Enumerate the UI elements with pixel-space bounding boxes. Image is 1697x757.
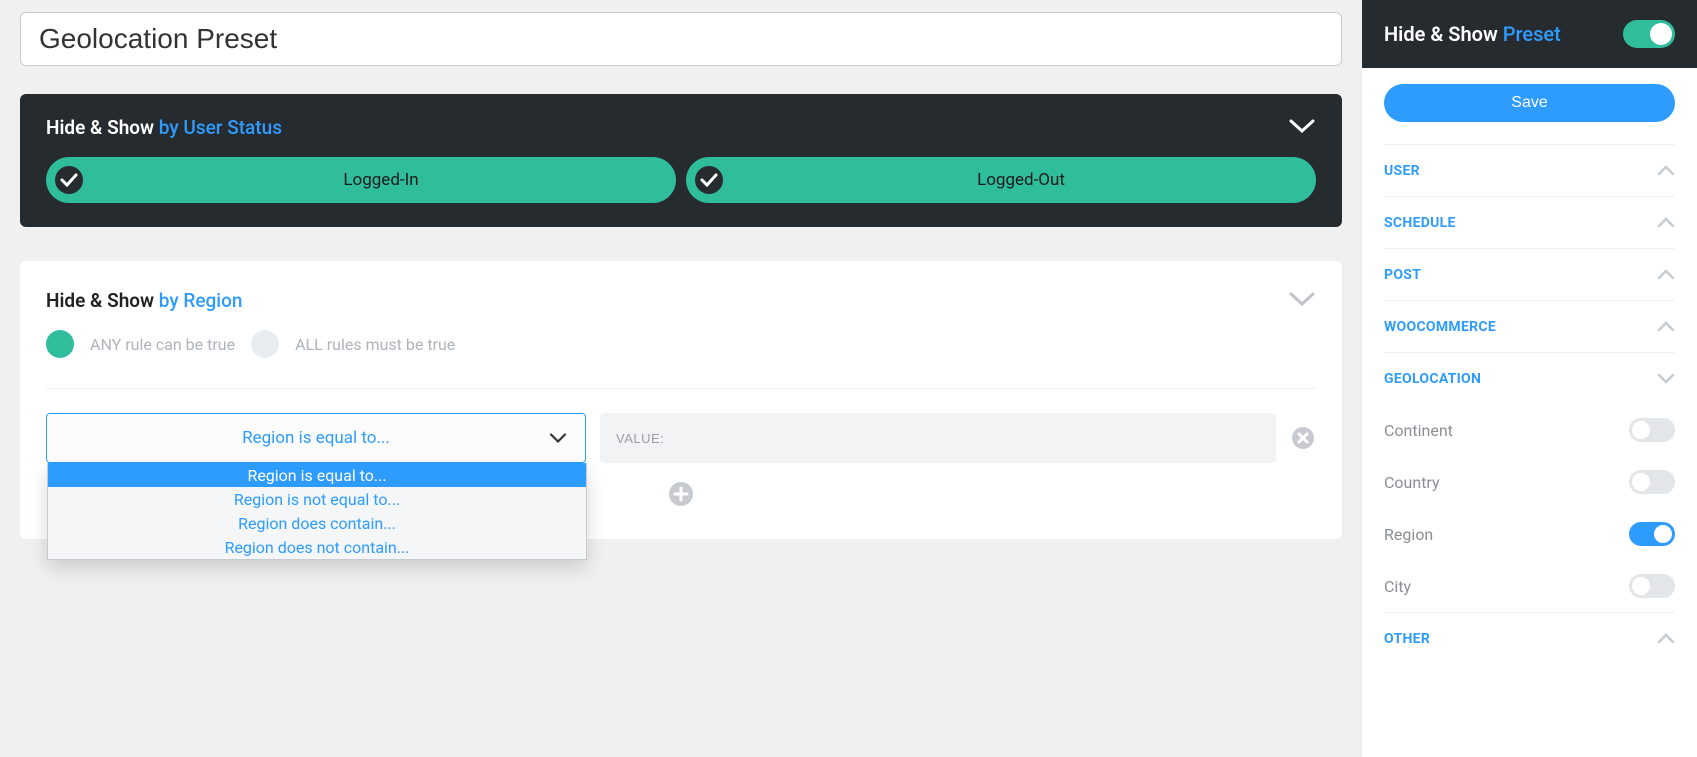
sidebar-title: Hide & Show Preset xyxy=(1384,22,1561,46)
city-toggle[interactable] xyxy=(1629,574,1675,598)
panel-user-status: Hide & Show by User Status Logged-In Log… xyxy=(20,94,1342,227)
preset-enabled-toggle[interactable] xyxy=(1623,20,1675,48)
panel-header: Hide & Show by User Status xyxy=(46,116,1316,139)
panel-title: Hide & Show by User Status xyxy=(46,116,282,139)
chevron-up-icon xyxy=(1657,629,1675,648)
chevron-down-icon xyxy=(549,429,567,448)
dropdown-option[interactable]: Region is equal to... xyxy=(48,463,586,487)
category-label: GEOLOCATION xyxy=(1384,371,1481,387)
category-woocommerce[interactable]: WOOCOMMERCE xyxy=(1384,300,1675,352)
category-label: POST xyxy=(1384,267,1421,283)
sidebar: Hide & Show Preset Save USER SCHEDULE PO… xyxy=(1362,0,1697,757)
country-toggle[interactable] xyxy=(1629,470,1675,494)
sidebar-title-text: Hide & Show xyxy=(1384,22,1503,46)
option-label: Logged-In xyxy=(86,170,676,190)
chevron-down-icon xyxy=(1657,369,1675,388)
sidebar-title-accent: Preset xyxy=(1503,22,1561,46)
save-button[interactable]: Save xyxy=(1384,84,1675,122)
dropdown-option[interactable]: Region is not equal to... xyxy=(48,487,586,511)
region-toggle[interactable] xyxy=(1629,522,1675,546)
radio-all[interactable] xyxy=(251,330,279,358)
sidebar-header: Hide & Show Preset xyxy=(1362,0,1697,68)
category-label: WOOCOMMERCE xyxy=(1384,319,1496,335)
chevron-down-icon[interactable] xyxy=(1288,291,1316,311)
sidebar-body: Save USER SCHEDULE POST WOOCOMMERCE GEOL… xyxy=(1362,68,1697,680)
sub-label: City xyxy=(1384,577,1411,596)
category-post[interactable]: POST xyxy=(1384,248,1675,300)
value-input[interactable] xyxy=(600,413,1276,463)
chevron-down-icon[interactable] xyxy=(1288,118,1316,138)
continent-toggle[interactable] xyxy=(1629,418,1675,442)
radio-any-label: ANY rule can be true xyxy=(90,335,235,354)
category-geolocation[interactable]: GEOLOCATION xyxy=(1384,352,1675,404)
category-label: USER xyxy=(1384,163,1420,179)
panel-region: Hide & Show by Region ANY rule can be tr… xyxy=(20,261,1342,539)
panel-title-text: Hide & Show xyxy=(46,289,159,312)
panel-header: Hide & Show by Region xyxy=(46,289,1316,312)
main-column: Hide & Show by User Status Logged-In Log… xyxy=(0,0,1342,757)
condition-dropdown: Region is equal to... Region is not equa… xyxy=(47,463,587,560)
category-user[interactable]: USER xyxy=(1384,144,1675,196)
category-other[interactable]: OTHER xyxy=(1384,612,1675,664)
check-icon xyxy=(52,163,86,197)
option-label: Logged-Out xyxy=(726,170,1316,190)
condition-selected-label: Region is equal to... xyxy=(242,428,390,448)
option-logged-in[interactable]: Logged-In xyxy=(46,157,676,203)
panel-title-text: Hide & Show xyxy=(46,116,159,139)
sub-continent: Continent xyxy=(1384,404,1675,456)
rule-row: Region is equal to... Region is equal to… xyxy=(46,413,1316,463)
category-label: SCHEDULE xyxy=(1384,215,1456,231)
panel-title-accent: by Region xyxy=(159,289,243,312)
preset-title-input[interactable] xyxy=(20,12,1342,66)
remove-rule-icon[interactable] xyxy=(1290,425,1316,451)
chevron-up-icon xyxy=(1657,213,1675,232)
chevron-up-icon xyxy=(1657,265,1675,284)
panel-title-accent: by User Status xyxy=(159,116,282,139)
check-icon xyxy=(692,163,726,197)
chevron-up-icon xyxy=(1657,161,1675,180)
rule-mode-row: ANY rule can be true ALL rules must be t… xyxy=(46,330,1316,358)
category-schedule[interactable]: SCHEDULE xyxy=(1384,196,1675,248)
radio-any[interactable] xyxy=(46,330,74,358)
dropdown-option[interactable]: Region does contain... xyxy=(48,511,586,535)
sub-region: Region xyxy=(1384,508,1675,560)
chevron-up-icon xyxy=(1657,317,1675,336)
add-rule-icon[interactable] xyxy=(668,481,694,507)
sub-label: Continent xyxy=(1384,421,1453,440)
divider xyxy=(46,388,1316,389)
user-status-options: Logged-In Logged-Out xyxy=(46,157,1316,203)
condition-select[interactable]: Region is equal to... Region is equal to… xyxy=(46,413,586,463)
sub-country: Country xyxy=(1384,456,1675,508)
dropdown-option[interactable]: Region does not contain... xyxy=(48,535,586,559)
sub-label: Country xyxy=(1384,473,1440,492)
radio-all-label: ALL rules must be true xyxy=(295,335,455,354)
sub-label: Region xyxy=(1384,525,1433,544)
category-label: OTHER xyxy=(1384,631,1430,647)
panel-title: Hide & Show by Region xyxy=(46,289,243,312)
sub-city: City xyxy=(1384,560,1675,612)
option-logged-out[interactable]: Logged-Out xyxy=(686,157,1316,203)
